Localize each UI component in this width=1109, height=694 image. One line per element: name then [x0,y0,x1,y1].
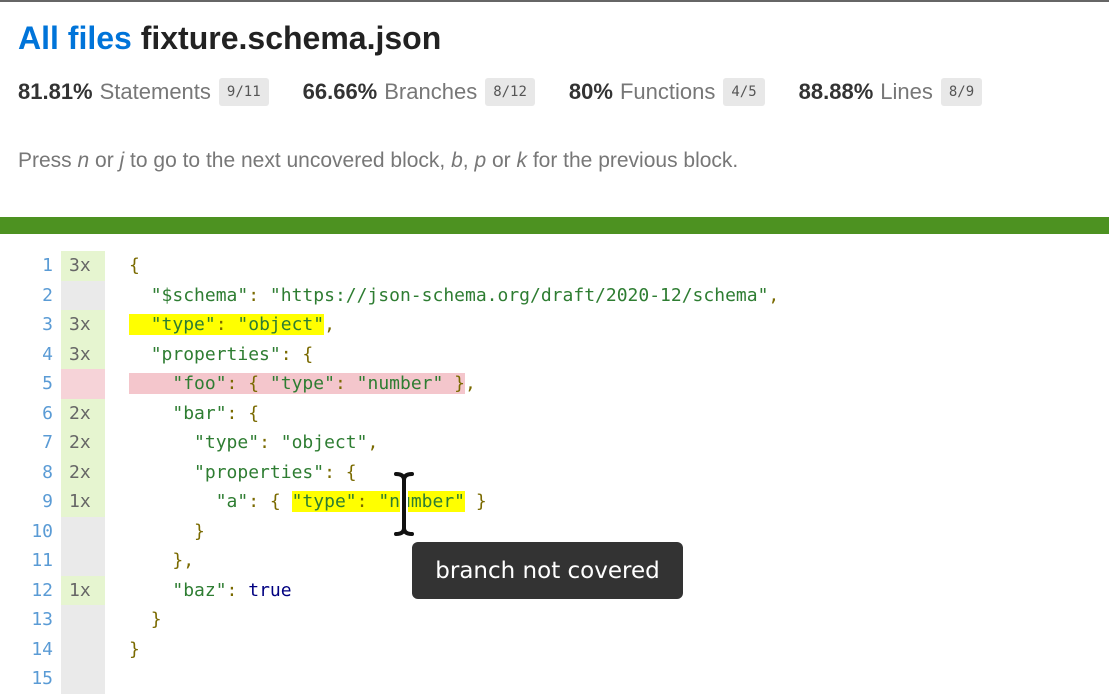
stat-lines: 88.88% Lines 8/9 [799,78,983,106]
line-count [61,280,105,310]
stat-percent: 81.81% [18,79,93,104]
line-count: 3x [61,339,105,369]
stat-fraction: 8/12 [485,78,535,106]
uncovered-statement-highlight: "type": "object" [129,314,325,335]
stat-percent: 88.88% [798,79,874,104]
line-count: 1x [61,575,105,605]
stat-label: Lines [880,79,933,104]
code-line: 6 2x "bar": { [0,398,1109,429]
line-source: } [129,638,140,660]
page-title: All files fixture.schema.json [18,20,441,57]
line-source: "foo": { "type": "number" }, [129,369,476,399]
line-number[interactable]: 10 [0,517,61,547]
line-source: "properties": { [150,343,314,365]
line-number[interactable]: 13 [0,605,61,635]
code-line: 5 "foo": { "type": "number" }, [0,369,1109,399]
line-count: 2x [61,428,105,458]
line-number[interactable]: 6 [0,399,61,429]
line-number[interactable]: 1 [0,251,61,281]
line-count [61,546,105,576]
line-count [61,664,105,694]
line-count: 3x [61,251,105,281]
line-count [61,634,105,664]
stat-label: Branches [384,79,478,104]
line-number[interactable]: 15 [0,664,61,694]
uncovered-branch-highlight[interactable]: "type": "number" [291,491,466,512]
code-line: 8 2x "properties": { [0,457,1109,488]
code-line: 3 3x "type": "object", [0,310,1109,340]
code-line: 7 2x "type": "object", [0,428,1109,458]
line-count [61,369,105,399]
stat-statements: 81.81% Statements 9/11 [18,78,269,106]
coverage-status-bar [0,217,1109,234]
line-number[interactable]: 9 [0,487,61,517]
line-number[interactable]: 3 [0,310,61,340]
stat-label: Statements [99,79,211,104]
code-line: 9 1x "a": { "type": "number" } [0,487,1109,517]
code-line: 4 3x "properties": { [0,339,1109,370]
stat-fraction: 9/11 [218,78,269,106]
stat-fraction: 4/5 [723,78,765,106]
code-line: 2 "$schema": "https://json-schema.org/dr… [0,280,1109,311]
branch-tooltip: branch not covered [412,542,683,599]
line-source: { [129,255,140,276]
text-cursor-icon [392,470,416,538]
stat-branches: 66.66% Branches 8/12 [303,78,535,106]
line-number[interactable]: 4 [0,340,61,370]
file-name: fixture.schema.json [140,20,442,56]
stat-percent: 66.66% [302,79,378,104]
line-number[interactable]: 14 [0,635,61,665]
line-count [61,516,105,546]
keyboard-hint: Press n or j to go to the next uncovered… [18,149,739,172]
code-line: 15 [0,664,1109,694]
line-number[interactable]: 2 [0,281,61,311]
line-count: 2x [61,457,105,487]
line-count: 2x [61,398,105,428]
line-source: "type": "object", [194,432,379,453]
line-count: 1x [61,487,105,517]
line-source: }, [172,550,195,571]
code-line: 14 } [0,634,1109,665]
code-listing: 1 3x { 2 "$schema": "https://json-schema… [0,251,1109,694]
line-number[interactable]: 11 [0,546,61,576]
line-count: 3x [61,310,105,340]
line-source: "properties": { [194,461,357,483]
uncovered-line-highlight: "foo": { "type": "number" } [129,373,466,394]
line-source: } [194,520,205,542]
coverage-summary: 81.81% Statements 9/11 66.66% Branches 8… [18,77,983,107]
line-source: "a": { "type": "number" } [215,491,487,512]
line-count [61,605,105,635]
all-files-link[interactable]: All files [18,20,132,56]
code-line: 13 } [0,605,1109,635]
line-source: "bar": { [172,402,260,424]
line-number[interactable]: 12 [0,576,61,606]
code-line: 1 3x { [0,251,1109,281]
top-border [0,0,1109,2]
line-number[interactable]: 5 [0,369,61,399]
line-number[interactable]: 7 [0,428,61,458]
line-source: "type": "object", [129,310,335,340]
stat-percent: 80% [568,79,613,104]
line-number[interactable]: 8 [0,458,61,488]
line-source: "baz": true [172,579,292,601]
line-source: "$schema": "https://json-schema.org/draf… [150,284,780,306]
stat-functions: 80% Functions 4/5 [569,78,765,106]
stat-label: Functions [619,79,716,104]
stat-fraction: 8/9 [940,78,983,106]
line-source: } [150,609,162,630]
